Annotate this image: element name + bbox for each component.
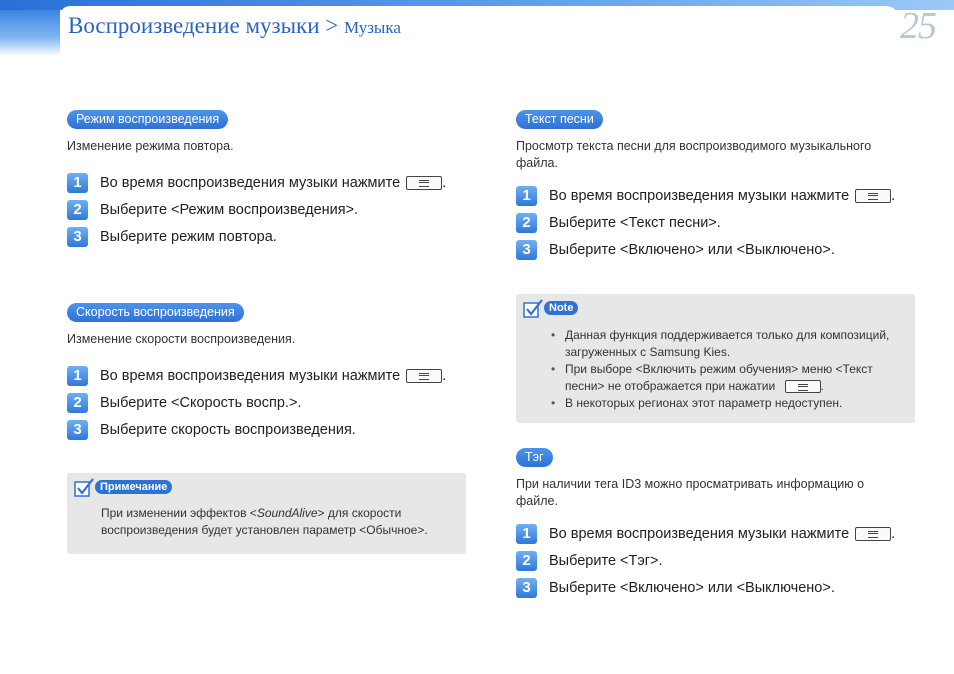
section-lyrics: Текст песни Просмотр текста песни для во… <box>516 110 926 263</box>
section-heading: Скорость воспроизведения <box>67 303 244 322</box>
note-line: При изменении эффектов <SoundAlive> для … <box>101 505 461 522</box>
step-text: Выберите <Включено> или <Выключено>. <box>549 241 835 258</box>
page-title-sub: Музыка <box>344 18 401 37</box>
section-heading: Текст песни <box>516 110 603 129</box>
note-list: Данная функция поддерживается только для… <box>549 327 911 412</box>
section-heading: Режим воспроизведения <box>67 110 229 129</box>
step-number: 3 <box>67 419 88 440</box>
step-text-end: . <box>891 525 896 542</box>
menu-key-icon <box>406 175 443 190</box>
step-text-end: . <box>442 367 447 384</box>
description-line: Просмотр текста песни для воспроизводимо… <box>516 139 872 153</box>
steps-list: 1 Во время воспроизведения музыки нажмит… <box>516 520 926 601</box>
step-text: Выберите скорость воспроизведения. <box>100 421 356 438</box>
menu-key-icon <box>406 368 443 383</box>
step-text: Выберите <Включено> или <Выключено>. <box>549 579 835 596</box>
step-item: 3 Выберите режим повтора. <box>67 223 467 250</box>
note-text-part: песни> не отображается при нажатии <box>565 379 776 393</box>
step-number: 1 <box>67 172 88 193</box>
step-item: 2 Выберите <Скорость воспр.>. <box>67 389 467 416</box>
note-line: песни> не отображается при нажатии . <box>565 378 911 395</box>
header-tab-decoration <box>0 10 60 56</box>
section-description: При наличии тега ID3 можно просматривать… <box>516 476 926 510</box>
note-text-part: При изменении эффектов < <box>101 506 257 520</box>
note-list-item: Данная функция поддерживается только для… <box>549 327 911 361</box>
step-text: Во время воспроизведения музыки нажмите <box>100 174 401 191</box>
step-item: 2 Выберите <Текст песни>. <box>516 209 926 236</box>
step-text-end: . <box>442 174 447 191</box>
step-item: 1 Во время воспроизведения музыки нажмит… <box>516 182 926 209</box>
step-number: 2 <box>516 550 537 571</box>
note-header: Note <box>522 298 579 318</box>
note-line: воспроизведения будет установлен парамет… <box>101 523 428 537</box>
note-text-italic: SoundAlive <box>256 506 318 520</box>
section-playback-speed: Скорость воспроизведения Изменение скоро… <box>67 303 467 443</box>
step-item: 3 Выберите скорость воспроизведения. <box>67 416 467 443</box>
step-item: 3 Выберите <Включено> или <Выключено>. <box>516 236 926 263</box>
step-text: Выберите <Скорость воспр.>. <box>100 394 302 411</box>
description-line: файла. <box>516 156 558 170</box>
note-label: Note <box>544 301 579 315</box>
section-description: Изменение скорости воспроизведения. <box>67 332 296 346</box>
note-text: При изменении эффектов <SoundAlive> для … <box>101 505 461 539</box>
note-header: Примечание <box>73 477 173 497</box>
note-text: Данная функция поддерживается только для… <box>549 327 911 412</box>
note-text-part: > для скорости <box>317 506 402 520</box>
step-text: Выберите <Текст песни>. <box>549 214 721 231</box>
steps-list: 1 Во время воспроизведения музыки нажмит… <box>67 169 467 250</box>
section-heading: Тэг <box>516 448 553 467</box>
note-list-item: При выборе <Включить режим обучения> мен… <box>549 361 911 395</box>
note-box: Note Данная функция поддерживается тольк… <box>516 294 915 423</box>
step-text: Во время воспроизведения музыки нажмите <box>549 525 850 542</box>
note-line: загруженных с Samsung Kies. <box>565 345 731 359</box>
menu-key-icon <box>855 188 892 203</box>
note-line: В некоторых регионах этот параметр недос… <box>565 396 843 410</box>
step-item: 3 Выберите <Включено> или <Выключено>. <box>516 574 926 601</box>
step-item: 1 Во время воспроизведения музыки нажмит… <box>67 169 467 196</box>
page-title: Воспроизведение музыки > Музыка <box>68 13 401 39</box>
description-line: файле. <box>516 494 558 508</box>
step-number: 2 <box>67 392 88 413</box>
steps-list: 1 Во время воспроизведения музыки нажмит… <box>516 182 926 263</box>
step-number: 1 <box>67 365 88 386</box>
checkbox-note-icon <box>522 298 543 318</box>
note-line: При выборе <Включить режим обучения> мен… <box>565 362 873 376</box>
note-list-item: В некоторых регионах этот параметр недос… <box>549 395 911 412</box>
section-description: Просмотр текста песни для воспроизводимо… <box>516 138 926 172</box>
section-playback-mode: Режим воспроизведения Изменение режима п… <box>67 110 467 250</box>
note-text-part: . <box>820 379 824 393</box>
step-item: 2 Выберите <Режим воспроизведения>. <box>67 196 467 223</box>
page-number: 25 <box>900 5 937 47</box>
note-label: Примечание <box>95 480 173 494</box>
note-line: Данная функция поддерживается только для… <box>565 328 890 342</box>
page-title-main: Воспроизведение музыки > <box>68 13 339 38</box>
section-tag: Тэг При наличии тега ID3 можно просматри… <box>516 448 926 601</box>
checkbox-note-icon <box>73 477 94 497</box>
step-number: 1 <box>516 523 537 544</box>
menu-key-icon <box>784 380 821 394</box>
step-number: 1 <box>516 185 537 206</box>
step-text: Во время воспроизведения музыки нажмите <box>100 367 401 384</box>
step-item: 1 Во время воспроизведения музыки нажмит… <box>67 362 467 389</box>
step-text: Выберите режим повтора. <box>100 228 277 245</box>
step-text: Выберите <Режим воспроизведения>. <box>100 201 359 218</box>
description-line: При наличии тега ID3 можно просматривать… <box>516 477 865 491</box>
step-text: Выберите <Тэг>. <box>549 552 663 569</box>
step-number: 2 <box>516 212 537 233</box>
step-number: 3 <box>516 577 537 598</box>
step-number: 3 <box>67 226 88 247</box>
steps-list: 1 Во время воспроизведения музыки нажмит… <box>67 362 467 443</box>
step-number: 3 <box>516 239 537 260</box>
step-number: 2 <box>67 199 88 220</box>
menu-key-icon <box>855 526 892 541</box>
step-text: Во время воспроизведения музыки нажмите <box>549 187 850 204</box>
step-item: 1 Во время воспроизведения музыки нажмит… <box>516 520 926 547</box>
step-item: 2 Выберите <Тэг>. <box>516 547 926 574</box>
section-description: Изменение режима повтора. <box>67 139 234 153</box>
note-box: Примечание При изменении эффектов <Sound… <box>67 473 466 554</box>
step-text-end: . <box>891 187 896 204</box>
